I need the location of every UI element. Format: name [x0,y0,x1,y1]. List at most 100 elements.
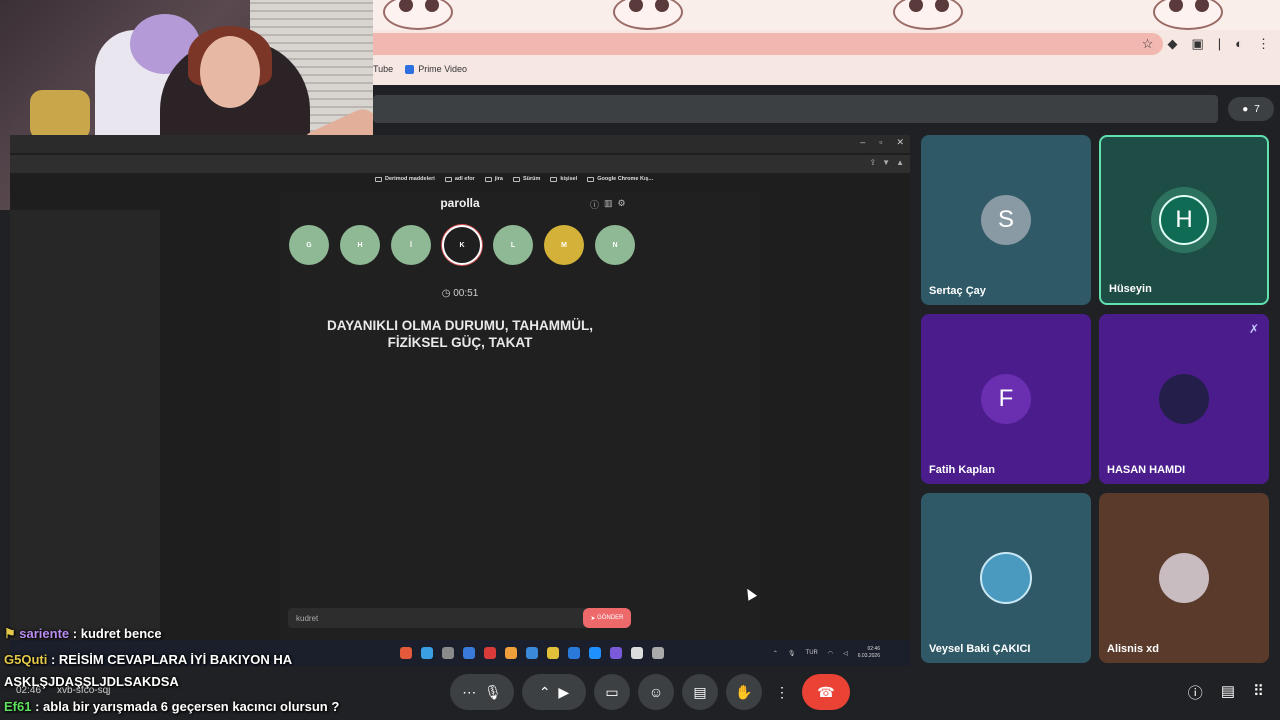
app-icon[interactable] [568,647,580,659]
system-tray: ⌃ 🎙 TUR ◠ ◁ 02:46 6.03.2026 [773,646,880,660]
edge-icon[interactable] [526,647,538,659]
emoji-button[interactable]: ☺ [638,674,674,710]
share-icon: ⇪ [869,158,877,167]
letter-circle: G [289,225,329,265]
camera-icon: ▶ [558,683,570,700]
raise-hand-button[interactable]: ✋ [726,674,762,710]
mic-button[interactable]: ⋯ 🎙 [450,674,514,710]
send-button[interactable]: ➤ GÖNDER [583,608,631,628]
more-options-button[interactable]: ⋮ [770,674,794,710]
close-icon[interactable]: ✕ [896,137,904,148]
captions-button[interactable]: ▤ [682,674,718,710]
participant-tile[interactable]: Veysel Baki ÇAKICI [921,493,1091,663]
inner-bookmark: adl efor [444,176,475,182]
participant-tile[interactable]: S Sertaç Çay [921,135,1091,305]
participant-tile[interactable]: F Fatih Kaplan [921,314,1091,484]
activities-icon[interactable]: ⠿ [1253,682,1264,703]
star-icon[interactable]: ☆ [1142,36,1154,52]
inner-bookmark: kişisel [550,176,577,182]
participants-button[interactable]: ● 7 [1228,97,1274,121]
minimize-icon[interactable]: – [860,137,865,148]
avatar [1159,553,1209,603]
inner-bookmark: Sürüm [512,176,540,182]
more-vert-icon: ⋮ [775,683,789,700]
folder-icon[interactable] [547,647,559,659]
participant-name: Alisnis xd [1107,643,1159,655]
meeting-time: 02:46 [16,685,42,696]
profile-icon[interactable]: ◐ [1235,36,1243,52]
settings-icon[interactable]: ⚙ [618,198,626,211]
chrome-icon[interactable] [421,647,433,659]
letter-circle: H [340,225,380,265]
brave-icon[interactable] [400,647,412,659]
avatar [1159,374,1209,424]
meeting-code: xvb-sfco-sqj [57,685,111,696]
present-icon: ▭ [605,683,619,700]
restore-icon[interactable]: ▫ [879,137,882,148]
extension-icon[interactable]: ◆ [1167,36,1177,52]
puzzle-icon[interactable]: ▣ [1191,36,1203,52]
present-button[interactable]: ▭ [594,674,630,710]
participant-name: Hüseyin [1109,283,1152,295]
brave-icon: ▼ [882,158,891,167]
mic-icon: 🎙 [787,650,796,657]
info-icon[interactable]: ⓘ [1188,682,1203,703]
wifi-icon: ◠ [827,650,834,657]
settings-icon[interactable] [652,647,664,659]
participant-tile-active-speaker[interactable]: H Hüseyin [1099,135,1269,305]
volume-icon: ◁ [843,650,848,657]
participant-tile[interactable]: Alisnis xd [1099,493,1269,663]
notion-icon[interactable] [631,647,643,659]
hand-icon: ✋ [735,683,753,700]
inner-window-titlebar: – ▫ ✕ [10,135,910,153]
address-bar[interactable] [373,33,1163,55]
app-icon[interactable] [610,647,622,659]
chrome-icon[interactable] [442,647,454,659]
avatar [980,552,1032,604]
chevron-up-icon: ⌃ [538,683,559,700]
parolla-game: parolla ⓘ ▥ ⚙ G H İ K L M N ◷ 00:51 DAYA… [280,192,760,640]
letter-circle: L [493,225,533,265]
info-icon[interactable]: ⓘ [590,198,599,211]
inner-address-bar: ⇪ ▼ ▲ [10,155,910,173]
cat-illustration [383,0,453,30]
bookmark-item[interactable]: Tube [373,64,393,74]
inner-bookmark: jira [484,176,503,182]
participant-name: HASAN HAMDI [1107,464,1186,476]
cat-illustration [893,0,963,30]
clue-text: DAYANIKLI OLMA DURUMU, TAHAMMÜL, FİZİKSE… [327,318,593,350]
meet-footer-info: 02:46 xvb-sfco-sqj [16,685,110,696]
bookmark-item[interactable]: Prime Video [405,64,467,74]
chat-icon[interactable]: ▤ [1221,682,1235,703]
clock-icon: ◷ [441,288,454,299]
app-icon[interactable] [484,647,496,659]
people-count: 7 [1254,103,1260,115]
language-indicator[interactable]: TUR [806,650,818,656]
taskbar-apps [400,647,664,659]
chat-message: Ef61 : abla bir yarışmada 6 geçersen kac… [4,699,340,714]
inner-bookmarks: Derimod maddeleri adl efor jira Sürüm ki… [375,176,653,182]
chevron-up-icon[interactable]: ⌃ [773,650,778,657]
letter-circle-passed: M [544,225,584,265]
mic-off-icon: ✗ [1248,322,1259,336]
participant-name: Veysel Baki ÇAKICI [929,643,1031,655]
chat-message: G5Quti : REİSİM CEVAPLARA İYİ BAKIYON HA [4,652,293,667]
letter-wheel: G H İ K L M N [289,225,635,265]
end-call-button[interactable]: ☎ [802,674,850,710]
cat-illustration [1153,0,1223,30]
avatar: H [1159,195,1209,245]
emoji-icon: ☺ [648,684,664,700]
divider-icon: | [1217,36,1222,51]
mic-icon: 🎙 [484,683,502,700]
stats-icon[interactable]: ▥ [604,198,613,211]
menu-icon[interactable]: ⋮ [1257,36,1270,52]
app-icon[interactable] [463,647,475,659]
app-icon[interactable] [505,647,517,659]
inner-sidebar [10,210,160,640]
inner-bookmark: Google Chrome Kış... [587,176,653,182]
vscode-icon[interactable] [589,647,601,659]
participant-tile[interactable]: ✗ HASAN HAMDI [1099,314,1269,484]
camera-button[interactable]: ⌃ ▶ [522,674,586,710]
alert-icon: ▲ [896,158,904,167]
mouse-cursor [742,586,758,601]
